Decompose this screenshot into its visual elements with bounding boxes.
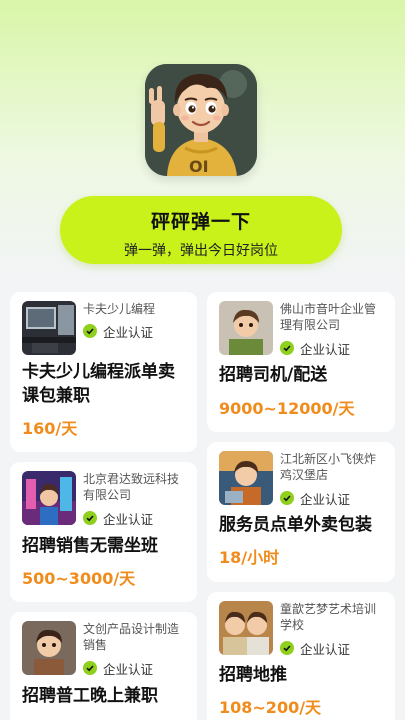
check-icon — [83, 661, 97, 675]
verified-label: 企业认证 — [103, 661, 154, 677]
job-title: 招聘司机/配送 — [219, 365, 328, 385]
company-thumbnail — [219, 601, 273, 655]
check-icon — [280, 341, 294, 355]
hero-section: OI 砰砰弹一下 弹一弹，弹出今日好岗位 — [0, 0, 405, 290]
verified-badge: 企业认证 — [280, 490, 351, 507]
job-card[interactable]: 佛山市音叶企业管理有限公司 企业认证 招聘司机/配送 9000~12000/天 — [207, 292, 395, 432]
job-title: 卡夫少儿编程派单卖课包兼职 — [22, 362, 175, 406]
cartoon-kids-icon — [219, 601, 273, 655]
check-icon — [280, 491, 294, 505]
check-icon — [280, 641, 294, 655]
check-icon — [83, 511, 97, 525]
job-card[interactable]: 北京君达致远科技有限公司 企业认证 招聘销售无需坐班 500~3000/天 — [10, 462, 197, 602]
check-icon — [83, 324, 97, 338]
company-name: 童歆艺梦艺术培训学校 — [280, 602, 377, 632]
verified-badge: 企业认证 — [83, 510, 154, 527]
cartoon-boy-icon — [22, 621, 76, 675]
bounce-button-title: 砰砰弹一下 — [150, 211, 251, 233]
verified-badge: 企业认证 — [280, 640, 351, 657]
verified-badge: 企业认证 — [280, 340, 351, 357]
verified-label: 企业认证 — [103, 511, 154, 527]
neon-city-icon — [22, 471, 76, 525]
svg-text:OI: OI — [189, 157, 209, 176]
verified-label: 企业认证 — [300, 641, 351, 657]
verified-label: 企业认证 — [103, 324, 154, 340]
job-salary: 9000~12000/天 — [219, 399, 355, 418]
company-name: 江北新区小飞侠炸鸡汉堡店 — [280, 452, 377, 482]
job-salary: 108~200/天 — [219, 698, 322, 717]
company-name: 北京君达致远科技有限公司 — [83, 472, 180, 502]
company-thumbnail — [219, 451, 273, 505]
cartoon-boy-laptop-icon — [219, 451, 273, 505]
bounce-button[interactable]: 砰砰弹一下 弹一弹，弹出今日好岗位 — [60, 196, 342, 264]
verified-badge: 企业认证 — [83, 323, 154, 340]
company-name: 佛山市音叶企业管理有限公司 — [280, 302, 377, 332]
job-salary: 18/小时 — [219, 548, 280, 567]
job-title: 招聘地推 — [219, 665, 287, 685]
verified-label: 企业认证 — [300, 491, 351, 507]
mascot-illustration-icon: OI — [145, 64, 257, 176]
cartoon-boy-green-icon — [219, 301, 273, 355]
job-card[interactable]: 文创产品设计制造销售 企业认证 招聘普工晚上兼职 — [10, 612, 197, 720]
computer-desk-icon — [22, 301, 76, 355]
company-thumbnail — [219, 301, 273, 355]
verified-label: 企业认证 — [300, 341, 351, 357]
job-card[interactable]: 江北新区小飞侠炸鸡汉堡店 企业认证 服务员点单外卖包装 18/小时 — [207, 442, 395, 582]
verified-badge: 企业认证 — [83, 660, 154, 677]
company-name: 卡夫少儿编程 — [83, 302, 156, 316]
company-thumbnail — [22, 301, 76, 355]
bounce-button-subtitle: 弹一弹，弹出今日好岗位 — [124, 243, 278, 259]
job-salary: 160/天 — [22, 419, 78, 438]
job-title: 招聘普工晚上兼职 — [22, 686, 158, 706]
company-name: 文创产品设计制造销售 — [83, 622, 180, 652]
job-title: 服务员点单外卖包装 — [219, 515, 372, 535]
company-thumbnail — [22, 621, 76, 675]
mascot-avatar[interactable]: OI — [145, 64, 257, 176]
job-salary: 500~3000/天 — [22, 569, 136, 588]
job-card[interactable]: 童歆艺梦艺术培训学校 企业认证 招聘地推 108~200/天 — [207, 592, 395, 720]
job-title: 招聘销售无需坐班 — [22, 536, 158, 556]
company-thumbnail — [22, 471, 76, 525]
job-card[interactable]: 卡夫少儿编程 企业认证 卡夫少儿编程派单卖课包兼职 160/天 — [10, 292, 197, 452]
